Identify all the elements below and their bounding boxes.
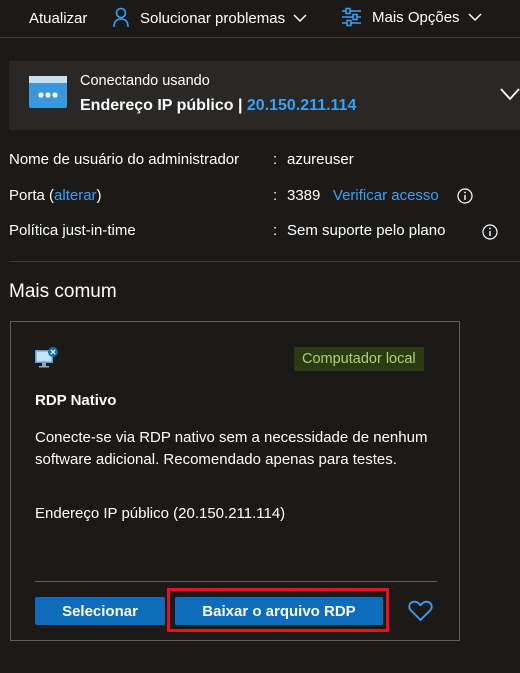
change-port-link[interactable]: alterar [54,187,97,204]
person-wrench-icon [113,7,131,29]
port-value: 3389 Verificar acesso [287,187,439,204]
admin-user-value: azureuser [287,151,354,168]
server-icon [29,76,67,113]
section-title: Mais comum [9,281,117,302]
info-icon[interactable] [482,224,498,244]
command-bar: Atualizar Solucionar problemas Mais Opçõ… [0,0,520,38]
jit-value: Sem suporte pelo plano [287,222,446,239]
download-rdp-button[interactable]: Baixar o arquivo RDP [175,597,383,625]
rdp-native-card: Computador local RDP Nativo Conecte-se v… [10,321,460,641]
chevron-down-icon [293,13,307,23]
chevron-down-icon [468,12,482,22]
refresh-button[interactable]: Atualizar [29,10,87,27]
separator: : [273,151,278,168]
connection-ip: 20.150.211.114 [246,97,357,114]
card-divider [35,581,437,582]
jit-label: Política just-in-time [9,222,136,239]
verify-access-link[interactable]: Verificar acesso [333,187,439,204]
troubleshoot-label: Solucionar problemas [140,9,286,27]
more-options-button[interactable]: Mais Opções [341,7,482,27]
local-computer-badge: Computador local [294,347,424,371]
sliders-icon [341,7,362,27]
card-description: Conecte-se via RDP nativo sem a necessid… [35,429,428,468]
card-title: RDP Nativo [35,392,117,409]
rdp-connect-pane: Atualizar Solucionar problemas Mais Opçõ… [0,0,520,673]
more-options-label: Mais Opções [372,8,460,26]
card-ip-line: Endereço IP público (20.150.211.114) [35,505,286,522]
port-label: Porta (alterar) [9,187,102,204]
connection-type: Endereço IP público | 20.150.211.114 [80,97,356,115]
info-icon[interactable] [457,188,473,208]
troubleshoot-button[interactable]: Solucionar problemas [113,7,307,29]
connection-method-dropdown[interactable]: Conectando usando Endereço IP público | … [9,61,520,130]
separator: : [273,187,278,204]
select-button[interactable]: Selecionar [35,597,165,625]
divider [9,261,520,262]
admin-user-label: Nome de usuário do administrador [9,151,240,168]
chevron-down-icon [500,88,520,106]
refresh-label: Atualizar [29,10,88,27]
heart-icon[interactable] [408,600,433,627]
connection-type-label: Endereço IP público | [80,97,243,114]
connection-subtitle: Conectando usando [80,73,210,89]
monitor-connect-icon [34,346,60,375]
separator: : [273,222,278,239]
